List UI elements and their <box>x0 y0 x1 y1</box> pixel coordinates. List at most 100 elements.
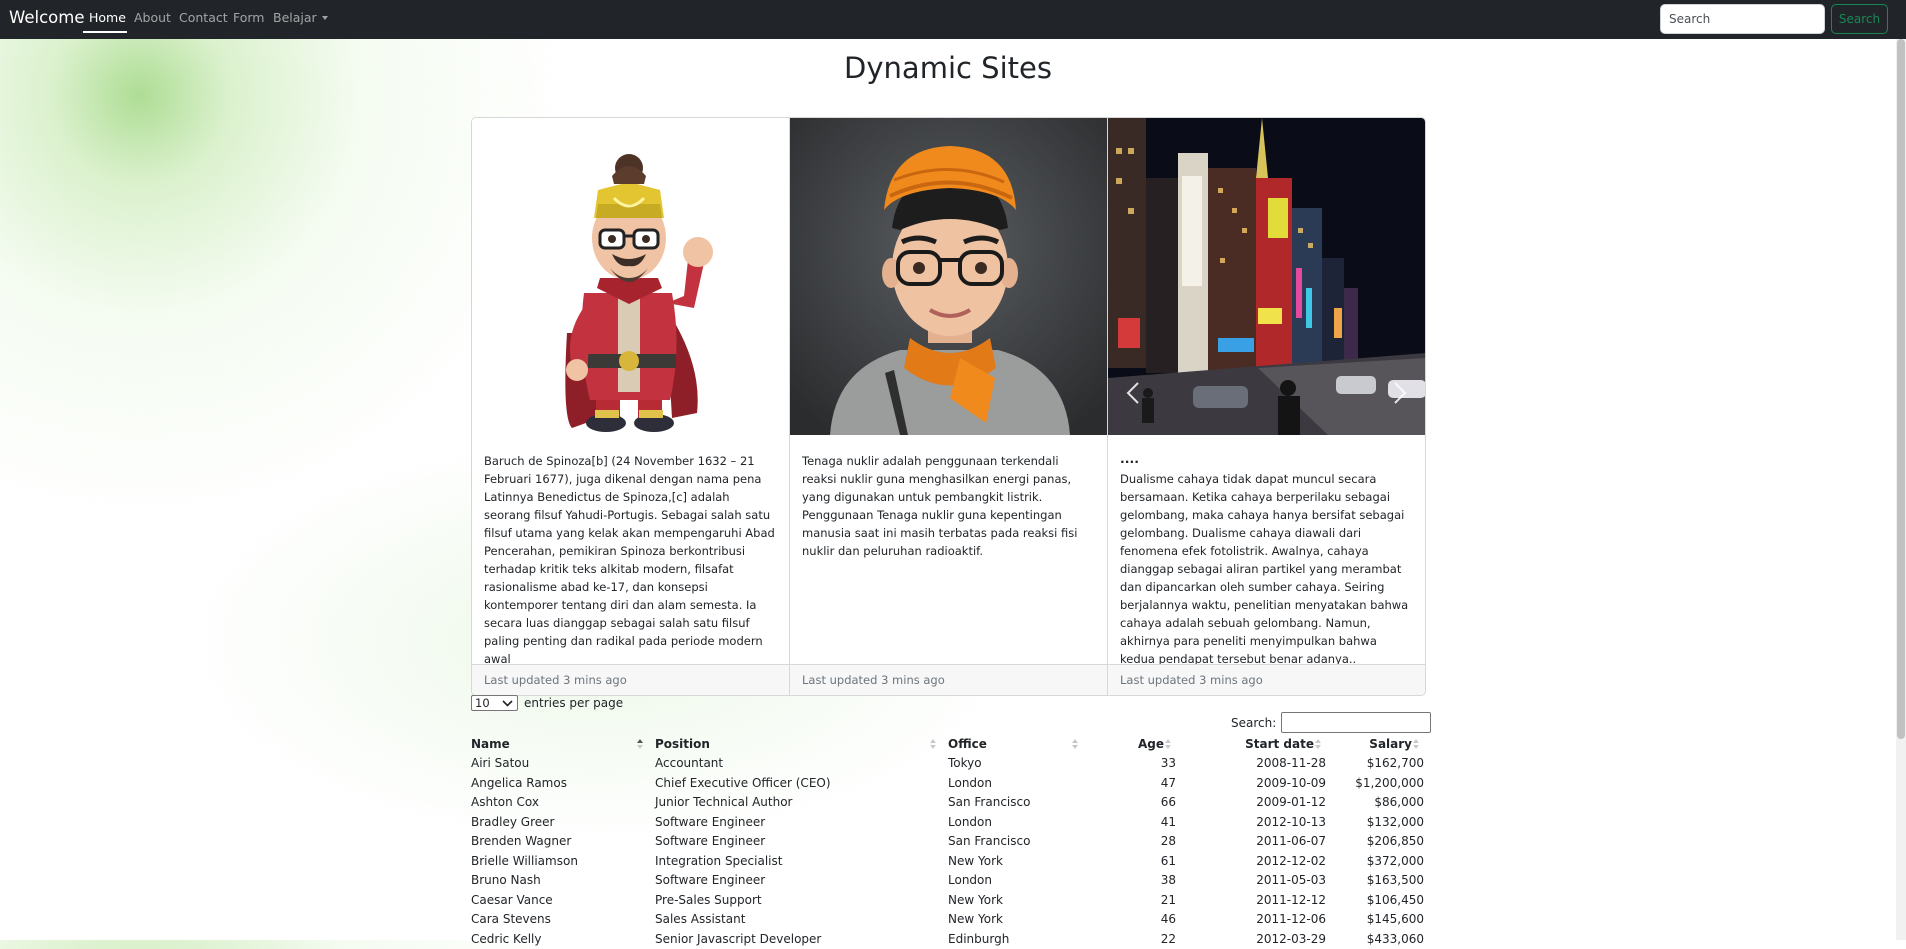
entries-per-page-select[interactable]: 10 <box>471 695 518 711</box>
chevron-down-icon <box>502 700 513 707</box>
card: Baruch de Spinoza[b] (24 November 1632 –… <box>472 118 789 695</box>
cell-salary: $372,000 <box>1326 852 1424 872</box>
cell-position: Pre-Sales Support <box>655 891 948 911</box>
table-row: Airi SatouAccountantTokyo332008-11-28$16… <box>471 754 1424 774</box>
carousel-prev-icon[interactable] <box>1124 381 1144 405</box>
cell-name: Bradley Greer <box>471 813 655 833</box>
table-row: Caesar VancePre-Sales SupportNew York212… <box>471 891 1424 911</box>
cell-position: Software Engineer <box>655 813 948 833</box>
cell-salary: $1,200,000 <box>1326 774 1424 794</box>
cell-position: Sales Assistant <box>655 910 948 930</box>
nav-dropdown-belajar[interactable]: Belajar <box>273 10 328 25</box>
column-header-label: Position <box>655 737 710 751</box>
cell-age: 46 <box>1090 910 1176 930</box>
navbar: Welcome Home About Contact Form Belajar … <box>0 0 1906 39</box>
sort-ascending-icon <box>637 739 644 750</box>
nav-link-about[interactable]: About <box>134 10 171 25</box>
cell-name: Bruno Nash <box>471 871 655 891</box>
sort-icon <box>1413 739 1420 750</box>
page-scrollbar[interactable] <box>1896 39 1906 940</box>
cell-age: 28 <box>1090 832 1176 852</box>
card: Tenaga nuklir adalah penggunaan terkenda… <box>789 118 1107 695</box>
card-text: Baruch de Spinoza[b] (24 November 1632 –… <box>484 452 777 668</box>
nav-link-contact[interactable]: Contact <box>179 10 228 25</box>
carousel-next-icon[interactable] <box>1389 381 1409 405</box>
cartoon-character-image <box>472 118 789 435</box>
cell-name: Ashton Cox <box>471 793 655 813</box>
cell-age: 61 <box>1090 852 1176 872</box>
cell-office: San Francisco <box>948 832 1090 852</box>
city-night-image <box>1108 118 1425 435</box>
scrollbar-thumb[interactable] <box>1897 39 1905 739</box>
caret-down-icon <box>322 16 328 20</box>
card-text: Dualisme cahaya tidak dapat muncul secar… <box>1120 470 1413 668</box>
cell-start-date: 2009-01-12 <box>1176 793 1326 813</box>
entries-per-page-value: 10 <box>475 696 490 710</box>
sort-icon <box>1165 739 1172 750</box>
table-row: Angelica RamosChief Executive Officer (C… <box>471 774 1424 794</box>
cell-salary: $145,600 <box>1326 910 1424 930</box>
cell-name: Brielle Williamson <box>471 852 655 872</box>
nav-link-home[interactable]: Home <box>89 10 126 25</box>
column-header-age[interactable]: Age <box>1090 734 1176 754</box>
entries-per-page-control: 10 entries per page <box>471 695 623 711</box>
column-header-office[interactable]: Office <box>948 734 1090 754</box>
cell-salary: $433,060 <box>1326 930 1424 949</box>
card-text: Tenaga nuklir adalah penggunaan terkenda… <box>802 452 1095 560</box>
cell-position: Software Engineer <box>655 832 948 852</box>
cell-salary: $163,500 <box>1326 871 1424 891</box>
table-row: Bradley GreerSoftware EngineerLondon4120… <box>471 813 1424 833</box>
cell-position: Software Engineer <box>655 871 948 891</box>
cell-office: New York <box>948 910 1090 930</box>
card-image <box>1108 118 1425 435</box>
cell-position: Accountant <box>655 754 948 774</box>
card-body: Tenaga nuklir adalah penggunaan terkenda… <box>802 452 1095 560</box>
column-header-label: Office <box>948 737 987 751</box>
cell-age: 47 <box>1090 774 1176 794</box>
cell-age: 38 <box>1090 871 1176 891</box>
cell-office: San Francisco <box>948 793 1090 813</box>
cell-start-date: 2012-03-29 <box>1176 930 1326 949</box>
column-header-start-date[interactable]: Start date <box>1176 734 1326 754</box>
cell-salary: $206,850 <box>1326 832 1424 852</box>
card-footer: Last updated 3 mins ago <box>1108 664 1425 695</box>
card-body: Baruch de Spinoza[b] (24 November 1632 –… <box>484 452 777 668</box>
cell-name: Caesar Vance <box>471 891 655 911</box>
cell-start-date: 2012-10-13 <box>1176 813 1326 833</box>
column-header-salary[interactable]: Salary <box>1326 734 1424 754</box>
cell-start-date: 2011-12-12 <box>1176 891 1326 911</box>
cell-age: 41 <box>1090 813 1176 833</box>
column-header-name[interactable]: Name <box>471 734 655 754</box>
cell-office: Tokyo <box>948 754 1090 774</box>
cell-start-date: 2011-05-03 <box>1176 871 1326 891</box>
cell-office: New York <box>948 852 1090 872</box>
nav-link-form[interactable]: Form <box>233 10 265 25</box>
navbar-search-button[interactable]: Search <box>1831 4 1888 34</box>
table-header-row: Name Position Office Age Start date Sala… <box>471 734 1424 754</box>
cell-office: London <box>948 774 1090 794</box>
cell-salary: $106,450 <box>1326 891 1424 911</box>
table-search-input[interactable] <box>1281 712 1431 733</box>
cell-age: 22 <box>1090 930 1176 949</box>
cell-position: Junior Technical Author <box>655 793 948 813</box>
card-title: .... <box>1120 452 1413 466</box>
cell-age: 66 <box>1090 793 1176 813</box>
cell-office: London <box>948 871 1090 891</box>
portrait-image <box>790 118 1107 435</box>
navbar-search-input[interactable] <box>1660 4 1825 34</box>
cell-office: Edinburgh <box>948 930 1090 949</box>
cell-salary: $162,700 <box>1326 754 1424 774</box>
navbar-brand[interactable]: Welcome <box>9 8 84 27</box>
cell-name: Angelica Ramos <box>471 774 655 794</box>
entries-per-page-label: entries per page <box>524 696 623 710</box>
cell-start-date: 2008-11-28 <box>1176 754 1326 774</box>
cell-office: New York <box>948 891 1090 911</box>
column-header-label: Start date <box>1245 737 1314 751</box>
table-row: Brenden WagnerSoftware EngineerSan Franc… <box>471 832 1424 852</box>
cell-position: Integration Specialist <box>655 852 948 872</box>
table-row: Cara StevensSales AssistantNew York46201… <box>471 910 1424 930</box>
card-footer: Last updated 3 mins ago <box>472 664 789 695</box>
cell-position: Chief Executive Officer (CEO) <box>655 774 948 794</box>
nav-dropdown-belajar-label: Belajar <box>273 10 317 25</box>
column-header-position[interactable]: Position <box>655 734 948 754</box>
